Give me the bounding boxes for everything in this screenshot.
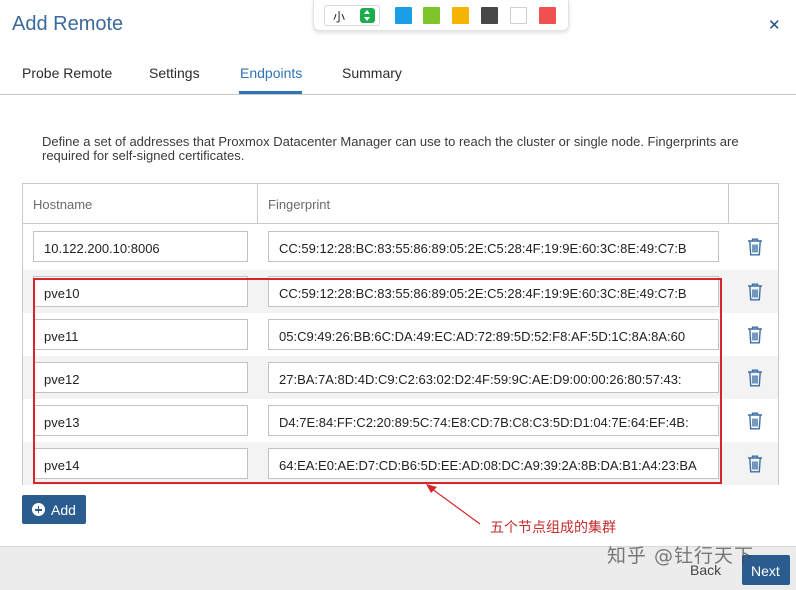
color-swatch-green[interactable] — [423, 7, 440, 24]
dialog-footer: Back Next — [0, 546, 796, 590]
fingerprint-input[interactable]: CC:59:12:28:BC:83:55:86:89:05:2E:C5:28:4… — [268, 231, 719, 262]
endpoints-grid: Hostname Fingerprint 10.122.200.10:8006 … — [22, 183, 779, 485]
close-icon[interactable]: ✕ — [768, 16, 781, 34]
column-header-fingerprint[interactable]: Fingerprint — [268, 197, 330, 212]
endpoints-description: Define a set of addresses that Proxmox D… — [42, 134, 739, 163]
column-divider — [728, 184, 729, 224]
color-swatch-white[interactable] — [510, 7, 527, 24]
pen-size-label: 小 — [333, 10, 346, 24]
trash-icon[interactable] — [747, 412, 763, 430]
fingerprint-input[interactable]: D4:7E:84:FF:C2:20:89:5C:74:E8:CD:7B:C8:C… — [268, 405, 719, 436]
grid-header: Hostname Fingerprint — [23, 184, 778, 224]
fingerprint-input[interactable]: 64:EA:E0:AE:D7:CD:B6:5D:EE:AD:08:DC:A9:3… — [268, 448, 719, 479]
annotation-text: 五个节点组成的集群 — [490, 520, 616, 536]
hostname-input[interactable]: pve10 — [33, 276, 248, 307]
active-tab-indicator — [239, 91, 302, 94]
table-row: pve14 64:EA:E0:AE:D7:CD:B6:5D:EE:AD:08:D… — [23, 442, 778, 485]
table-row: 10.122.200.10:8006 CC:59:12:28:BC:83:55:… — [23, 225, 778, 268]
pen-size-select[interactable]: 小 — [324, 5, 380, 26]
trash-icon[interactable] — [747, 455, 763, 473]
fingerprint-input[interactable]: 05:C9:49:26:BB:6C:DA:49:EC:AD:72:89:5D:5… — [268, 319, 719, 350]
hostname-input[interactable]: pve12 — [33, 362, 248, 393]
column-header-hostname[interactable]: Hostname — [33, 197, 92, 212]
color-swatch-red[interactable] — [539, 7, 556, 24]
color-swatch-yellow[interactable] — [452, 7, 469, 24]
table-row: pve11 05:C9:49:26:BB:6C:DA:49:EC:AD:72:8… — [23, 313, 778, 356]
tab-settings[interactable]: Settings — [149, 65, 200, 81]
color-swatch-blue[interactable] — [395, 7, 412, 24]
back-button[interactable]: Back — [690, 562, 721, 578]
fingerprint-input[interactable]: 27:BA:7A:8D:4D:C9:C2:63:02:D2:4F:59:9C:A… — [268, 362, 719, 393]
annotation-toolbar: 小 — [313, 0, 569, 31]
table-row: pve10 CC:59:12:28:BC:83:55:86:89:05:2E:C… — [23, 270, 778, 313]
color-swatch-dark[interactable] — [481, 7, 498, 24]
pen-size-stepper-icon[interactable] — [360, 8, 375, 23]
wizard-tabs: Probe Remote Settings Endpoints Summary — [0, 50, 796, 95]
annotation-arrow-icon — [426, 484, 481, 525]
column-divider — [257, 184, 258, 224]
plus-circle-icon — [32, 503, 45, 516]
table-row: pve12 27:BA:7A:8D:4D:C9:C2:63:02:D2:4F:5… — [23, 356, 778, 399]
tab-endpoints[interactable]: Endpoints — [240, 65, 302, 81]
hostname-input[interactable]: pve13 — [33, 405, 248, 436]
trash-icon[interactable] — [747, 283, 763, 301]
add-remote-dialog: Add Remote ✕ 小 Probe Remote Settings End… — [0, 0, 796, 590]
tab-summary[interactable]: Summary — [342, 65, 402, 81]
add-endpoint-button[interactable]: Add — [22, 495, 86, 524]
hostname-input[interactable]: pve11 — [33, 319, 248, 350]
fingerprint-input[interactable]: CC:59:12:28:BC:83:55:86:89:05:2E:C5:28:4… — [268, 276, 719, 307]
tab-probe-remote[interactable]: Probe Remote — [22, 65, 112, 81]
trash-icon[interactable] — [747, 369, 763, 387]
hostname-input[interactable]: 10.122.200.10:8006 — [33, 231, 248, 262]
add-button-label: Add — [51, 502, 76, 518]
trash-icon[interactable] — [747, 326, 763, 344]
next-button[interactable]: Next — [742, 555, 790, 585]
hostname-input[interactable]: pve14 — [33, 448, 248, 479]
table-row: pve13 D4:7E:84:FF:C2:20:89:5C:74:E8:CD:7… — [23, 399, 778, 442]
dialog-title: Add Remote — [12, 13, 124, 35]
trash-icon[interactable] — [747, 238, 763, 256]
